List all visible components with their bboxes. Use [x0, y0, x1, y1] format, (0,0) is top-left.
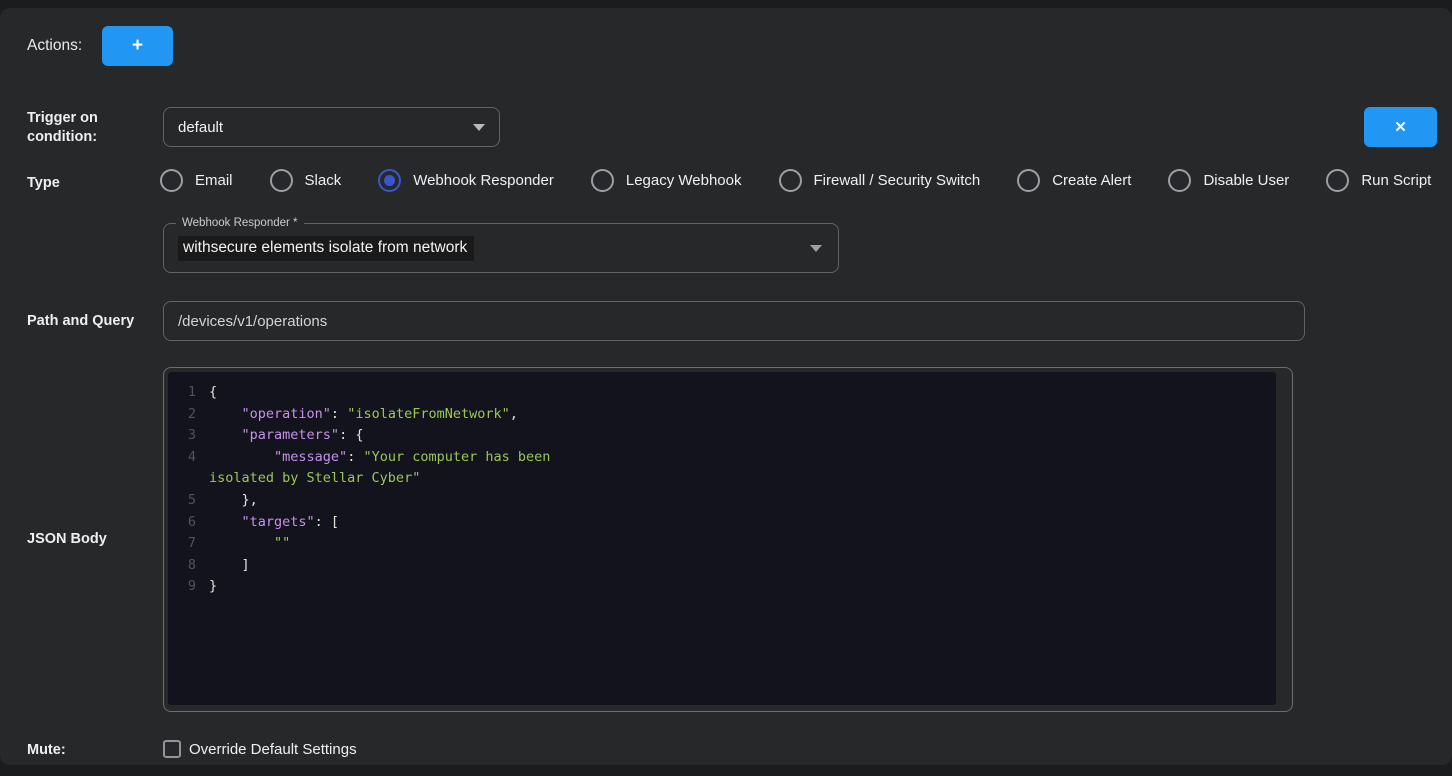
radio-label: Email [195, 172, 233, 189]
code-line-content: "" [196, 533, 290, 555]
mute-label: Mute: [27, 741, 66, 760]
code-line-content: { [196, 382, 217, 404]
chevron-down-icon [473, 124, 485, 131]
code-line-content: isolated by Stellar Cyber" [196, 468, 420, 490]
line-number [172, 468, 196, 490]
code-line-content: "targets": [ [196, 512, 339, 534]
radio-label: Slack [305, 172, 342, 189]
webhook-responder-label: Webhook Responder * [176, 216, 304, 231]
path-query-value: /devices/v1/operations [178, 313, 327, 330]
json-body-label: JSON Body [27, 530, 107, 549]
override-default-settings-option[interactable]: Override Default Settings [163, 740, 357, 758]
code-line: 5 }, [172, 490, 1276, 512]
remove-action-button[interactable]: ✕ [1364, 107, 1437, 147]
type-radio-email[interactable]: Email [160, 169, 233, 192]
trigger-condition-label: Trigger on condition: [27, 109, 123, 147]
line-number: 1 [172, 382, 196, 404]
code-line: 2 "operation": "isolateFromNetwork", [172, 404, 1276, 426]
code-line: 6 "targets": [ [172, 512, 1276, 534]
code-line-content: "parameters": { [196, 425, 363, 447]
path-query-label: Path and Query [27, 312, 134, 331]
json-body-editor[interactable]: 1{2 "operation": "isolateFromNetwork",3 … [163, 367, 1293, 712]
line-number: 6 [172, 512, 196, 534]
radio-unselected-icon[interactable] [1168, 169, 1191, 192]
radio-selected-icon[interactable] [378, 169, 401, 192]
type-radio-group: Email Slack Webhook Responder Legacy Webhoo… [160, 167, 1431, 193]
actions-label: Actions: [27, 37, 82, 55]
type-radio-create-alert[interactable]: Create Alert [1017, 169, 1131, 192]
line-number: 5 [172, 490, 196, 512]
override-default-settings-label: Override Default Settings [189, 741, 357, 758]
code-line: 8 ] [172, 555, 1276, 577]
type-label: Type [27, 174, 60, 193]
code-line-content: } [196, 576, 217, 598]
radio-unselected-icon[interactable] [1326, 169, 1349, 192]
code-line: 9} [172, 576, 1276, 598]
radio-unselected-icon[interactable] [779, 169, 802, 192]
code-line: 1{ [172, 382, 1276, 404]
json-body-code: 1{2 "operation": "isolateFromNetwork",3 … [168, 372, 1276, 705]
line-number: 4 [172, 447, 196, 469]
close-icon: ✕ [1394, 118, 1407, 136]
radio-label: Create Alert [1052, 172, 1131, 189]
webhook-responder-select[interactable]: Webhook Responder * withsecure elements … [163, 223, 839, 273]
radio-unselected-icon[interactable] [160, 169, 183, 192]
checkbox-icon[interactable] [163, 740, 181, 758]
type-radio-webhook-responder[interactable]: Webhook Responder [378, 169, 554, 192]
add-action-button[interactable]: + [102, 26, 173, 66]
code-line: 3 "parameters": { [172, 425, 1276, 447]
code-line-content: ] [196, 555, 250, 577]
type-radio-firewall-security-switch[interactable]: Firewall / Security Switch [779, 169, 981, 192]
type-radio-slack[interactable]: Slack [270, 169, 342, 192]
radio-unselected-icon[interactable] [591, 169, 614, 192]
line-number: 7 [172, 533, 196, 555]
line-number: 8 [172, 555, 196, 577]
radio-label: Run Script [1361, 172, 1431, 189]
radio-label: Disable User [1203, 172, 1289, 189]
code-line-content: "operation": "isolateFromNetwork", [196, 404, 518, 426]
radio-label: Firewall / Security Switch [814, 172, 981, 189]
type-radio-disable-user[interactable]: Disable User [1168, 169, 1289, 192]
trigger-condition-value: default [178, 119, 223, 136]
radio-unselected-icon[interactable] [1017, 169, 1040, 192]
code-line: 7 "" [172, 533, 1276, 555]
line-number: 2 [172, 404, 196, 426]
radio-label: Legacy Webhook [626, 172, 742, 189]
webhook-responder-value: withsecure elements isolate from network [178, 236, 474, 261]
path-query-input[interactable]: /devices/v1/operations [163, 301, 1305, 341]
code-line: 4 "message": "Your computer has been [172, 447, 1276, 469]
code-line-content: }, [196, 490, 258, 512]
radio-label: Webhook Responder [413, 172, 554, 189]
trigger-condition-select[interactable]: default [163, 107, 500, 147]
plus-icon: + [132, 35, 143, 57]
chevron-down-icon [810, 245, 822, 252]
type-radio-legacy-webhook[interactable]: Legacy Webhook [591, 169, 742, 192]
line-number: 3 [172, 425, 196, 447]
type-radio-run-script[interactable]: Run Script [1326, 169, 1431, 192]
code-line: isolated by Stellar Cyber" [172, 468, 1276, 490]
radio-unselected-icon[interactable] [270, 169, 293, 192]
line-number: 9 [172, 576, 196, 598]
code-line-content: "message": "Your computer has been [196, 447, 550, 469]
action-config-page: { "actions": { "label": "Actions:", "add… [0, 0, 1452, 776]
